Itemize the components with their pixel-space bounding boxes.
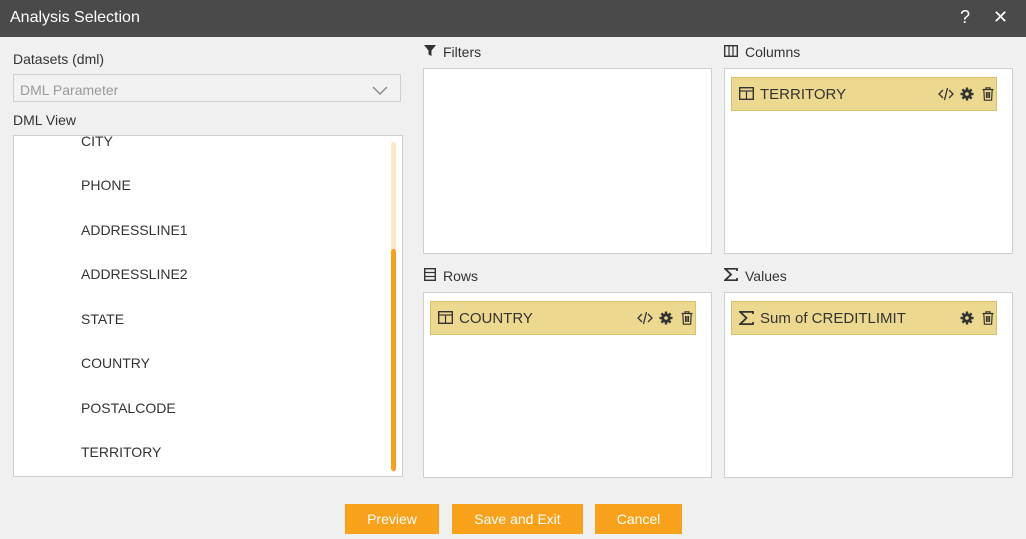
code-icon[interactable] — [938, 87, 954, 106]
columns-icon — [723, 44, 739, 60]
list-item[interactable]: TERRITORY — [81, 444, 161, 460]
sigma-icon — [737, 310, 754, 330]
list-item[interactable]: ADDRESSLINE1 — [81, 222, 188, 238]
column-chip[interactable]: TERRITORY — [731, 77, 997, 111]
filters-drop-zone[interactable] — [423, 68, 712, 254]
filters-label: Filters — [443, 44, 482, 60]
trash-icon[interactable] — [681, 311, 693, 330]
code-icon[interactable] — [637, 311, 653, 330]
value-chip-label: Sum of CREDITLIMIT — [760, 310, 906, 327]
rows-header: Rows — [423, 267, 479, 284]
list-item[interactable]: CITY — [81, 136, 113, 149]
columns-label: Columns — [745, 44, 801, 60]
gear-icon[interactable] — [960, 311, 974, 330]
trash-icon[interactable] — [982, 311, 994, 330]
scrollbar-thumb[interactable] — [391, 249, 396, 471]
list-item[interactable]: POSTALCODE — [81, 400, 176, 416]
rows-icon — [423, 267, 437, 284]
dataset-select-value: DML Parameter — [20, 82, 119, 98]
columns-drop-zone[interactable]: TERRITORY — [724, 68, 1013, 254]
dml-view-list[interactable]: CITY PHONE ADDRESSLINE1 ADDRESSLINE2 STA… — [13, 135, 403, 477]
value-chip[interactable]: Sum of CREDITLIMIT — [731, 301, 997, 335]
gear-icon[interactable] — [960, 87, 974, 106]
columns-icon — [437, 310, 454, 329]
gear-icon[interactable] — [659, 311, 673, 330]
dataset-select[interactable]: DML Parameter — [13, 74, 401, 102]
filter-icon — [424, 44, 436, 60]
chevron-down-icon[interactable] — [372, 83, 388, 101]
list-item[interactable]: COUNTRY — [81, 355, 150, 371]
preview-button[interactable]: Preview — [345, 504, 439, 534]
values-label: Values — [745, 268, 787, 284]
close-icon[interactable]: ✕ — [993, 7, 1008, 28]
trash-icon[interactable] — [982, 87, 994, 106]
help-icon[interactable]: ? — [960, 7, 970, 28]
values-header: Values — [722, 267, 787, 284]
dml-view-label: DML View — [13, 112, 77, 128]
list-item[interactable]: ADDRESSLINE2 — [81, 266, 188, 282]
rows-drop-zone[interactable]: COUNTRY — [423, 292, 712, 478]
list-item[interactable]: STATE — [81, 311, 124, 327]
datasets-label: Datasets (dml) — [13, 51, 105, 67]
dialog-title: Analysis Selection — [10, 9, 140, 26]
cancel-button[interactable]: Cancel — [595, 504, 682, 534]
values-drop-zone[interactable]: Sum of CREDITLIMIT — [724, 292, 1013, 478]
rows-label: Rows — [443, 268, 479, 284]
title-bar: Analysis Selection ? ✕ — [0, 0, 1026, 37]
columns-icon — [738, 86, 755, 105]
columns-header: Columns — [723, 44, 801, 60]
row-chip-label: COUNTRY — [459, 310, 533, 327]
sigma-icon — [722, 267, 738, 284]
save-and-exit-button[interactable]: Save and Exit — [452, 504, 583, 534]
row-chip[interactable]: COUNTRY — [430, 301, 696, 335]
filters-header: Filters — [424, 44, 481, 60]
column-chip-label: TERRITORY — [760, 86, 847, 103]
list-item[interactable]: PHONE — [81, 177, 131, 193]
